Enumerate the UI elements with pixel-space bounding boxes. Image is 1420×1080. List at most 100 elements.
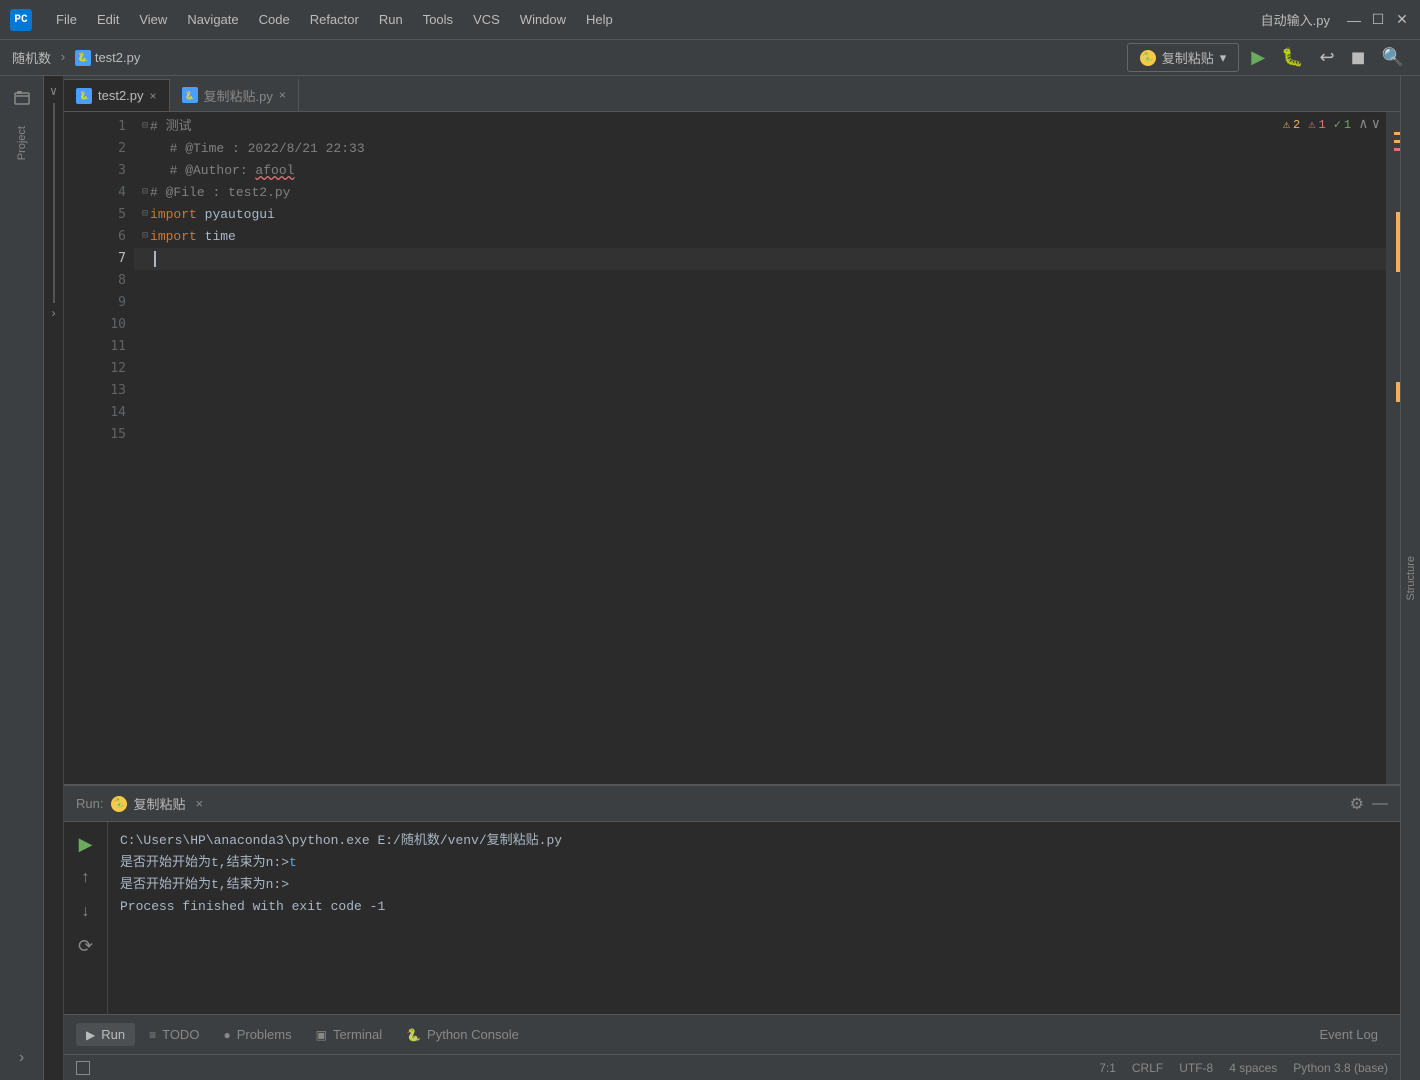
bottom-tab-run[interactable]: ▶ Run [76, 1023, 135, 1046]
menu-edit[interactable]: Edit [89, 8, 127, 31]
keyword-import-2: import [150, 226, 197, 248]
right-scrollbar[interactable] [1386, 112, 1400, 784]
line-num-4: 4 [84, 182, 126, 204]
line-num-3: 3 [84, 160, 126, 182]
menu-file[interactable]: File [48, 8, 85, 31]
problems-tab-label: Problems [237, 1027, 292, 1042]
bottom-tab-todo[interactable]: ≡ TODO [139, 1023, 209, 1046]
project-expand-arrow[interactable]: › [50, 307, 57, 321]
breadcrumb-filename[interactable]: test2.py [95, 50, 141, 65]
minimize-button[interactable]: — [1346, 12, 1362, 28]
bottom-left-controls: ▶ ↑ ↓ ⟳ [64, 822, 108, 1014]
term-line-3: 是否开始开始为t,结束为n:> [120, 874, 1388, 896]
bottom-tab-event-log[interactable]: Event Log [1309, 1023, 1388, 1046]
status-checkbox [76, 1061, 90, 1075]
tab-fuzhi-py[interactable]: 🐍 复制粘贴.py × [170, 79, 299, 111]
menu-tools[interactable]: Tools [415, 8, 461, 31]
bottom-tab-terminal[interactable]: ▣ Terminal [306, 1023, 392, 1046]
gutter-line-2 [64, 138, 84, 160]
line-num-14: 14 [84, 402, 126, 424]
tab-close-1[interactable]: × [279, 88, 286, 102]
maximize-button[interactable]: ☐ [1370, 12, 1386, 28]
run-tab-label-btn: Run [101, 1027, 125, 1042]
rerun-button[interactable]: ⟳ [72, 932, 100, 960]
breadcrumb-file: 🐍 test2.py [75, 50, 141, 66]
bottom-tab-python-console[interactable]: 🐍 Python Console [396, 1023, 529, 1046]
menu-window[interactable]: Window [512, 8, 574, 31]
project-collapse-arrow[interactable]: ∨ [50, 84, 57, 99]
fold-icon-6[interactable]: ⊟ [142, 226, 148, 248]
tab-bar: 🐍 test2.py × 🐍 复制粘贴.py × [64, 76, 1400, 112]
status-python-version[interactable]: Python 3.8 (base) [1293, 1061, 1388, 1075]
menu-vcs[interactable]: VCS [465, 8, 508, 31]
code-text-6: time [197, 226, 236, 248]
terminal-run-button[interactable]: ▶ [72, 830, 100, 858]
fold-icon-5[interactable]: ⊟ [142, 204, 148, 226]
app-icon: PC [10, 9, 32, 31]
code-line-1: ⊟ # 测试 [134, 116, 1386, 138]
run-label: Run: [76, 796, 103, 811]
fold-icon-4[interactable]: ⊟ [142, 182, 148, 204]
debug-button[interactable]: 🐛 [1277, 43, 1307, 72]
breadcrumb-separator: › [59, 50, 67, 65]
line-num-9: 9 [84, 292, 126, 314]
scrollbar-warning-1 [1394, 132, 1400, 135]
code-line-15 [134, 424, 1386, 446]
term-line-2: 是否开始开始为t,结束为n:>t [120, 852, 1388, 874]
run-config-dropdown[interactable]: ▾ [1220, 50, 1227, 66]
run-config-button[interactable]: 🐍 复制粘贴 ▾ [1127, 43, 1240, 72]
code-area[interactable]: ⊟ # 测试 # @Time : 2022/8/21 22:33 # @Auth… [134, 112, 1386, 784]
minimap-highlight-2 [1396, 382, 1400, 402]
bottom-panel: Run: 🐍 复制粘贴 × ⚙ — ▶ ↑ ↓ ⟳ [64, 784, 1400, 1014]
code-line-14 [134, 402, 1386, 424]
stop-button[interactable]: ◼ [1347, 43, 1370, 72]
tab-test2-py[interactable]: 🐍 test2.py × [64, 79, 170, 111]
panel-minimize-button[interactable]: — [1372, 794, 1388, 814]
status-position[interactable]: 7:1 [1099, 1061, 1116, 1075]
line-num-1: 1 [84, 116, 126, 138]
scroll-down-button[interactable]: ↓ [72, 898, 100, 926]
main-layout: Project › ∨ › 🐍 test2.py × 🐍 复制粘贴.py × [0, 76, 1420, 1080]
status-encoding[interactable]: UTF-8 [1179, 1061, 1213, 1075]
keyword-import-1: import [150, 204, 197, 226]
panel-settings-button[interactable]: ⚙ [1350, 794, 1364, 814]
bottom-tab-problems[interactable]: ● Problems [213, 1023, 301, 1046]
scrollbar-warning-2 [1394, 140, 1400, 143]
code-line-3: # @Author: afool [134, 160, 1386, 182]
gutter-line-4 [64, 182, 84, 204]
menu-refactor[interactable]: Refactor [302, 8, 367, 31]
menu-code[interactable]: Code [251, 8, 298, 31]
breadcrumb-folder[interactable]: 随机数 [12, 48, 51, 67]
sidebar-project-icon[interactable] [4, 80, 40, 116]
editor-area: 🐍 test2.py × 🐍 复制粘贴.py × ⚠ 2 ⚠ 1 [64, 76, 1400, 1080]
bottom-toolbar: ▶ Run ≡ TODO ● Problems ▣ Terminal 🐍 Pyt… [64, 1014, 1400, 1054]
run-button[interactable]: ▶ [1247, 43, 1269, 72]
tab-close-0[interactable]: × [150, 89, 157, 103]
status-indent[interactable]: 4 spaces [1229, 1061, 1277, 1075]
sidebar-arrow-right[interactable]: › [4, 1040, 40, 1076]
search-everywhere-button[interactable]: 🔍 [1378, 43, 1408, 72]
tab-icon-1: 🐍 [182, 87, 198, 103]
status-line-ending[interactable]: CRLF [1132, 1061, 1163, 1075]
run-tab-close[interactable]: × [195, 796, 203, 811]
scroll-up-button[interactable]: ↑ [72, 864, 100, 892]
menu-help[interactable]: Help [578, 8, 621, 31]
run-tab[interactable]: 🐍 复制粘贴 × [111, 794, 203, 813]
menu-view[interactable]: View [131, 8, 175, 31]
gutter [64, 112, 84, 784]
event-log-label: Event Log [1319, 1027, 1378, 1042]
run-coverage-button[interactable]: ↩ [1316, 43, 1339, 72]
gutter-line-6 [64, 226, 84, 248]
status-notifications [76, 1061, 90, 1075]
structure-sidebar: Structure [1400, 76, 1420, 1080]
close-button[interactable]: ✕ [1394, 12, 1410, 28]
term-line-1: C:\Users\HP\anaconda3\python.exe E:/随机数/… [120, 830, 1388, 852]
terminal-output[interactable]: C:\Users\HP\anaconda3\python.exe E:/随机数/… [108, 822, 1400, 1014]
menu-run[interactable]: Run [371, 8, 411, 31]
code-line-11 [134, 336, 1386, 358]
fold-icon-1[interactable]: ⊟ [142, 116, 148, 138]
panel-controls: ⚙ — [1350, 794, 1388, 814]
line-num-5: 5 [84, 204, 126, 226]
menu-navigate[interactable]: Navigate [179, 8, 246, 31]
line-num-2: 2 [84, 138, 126, 160]
